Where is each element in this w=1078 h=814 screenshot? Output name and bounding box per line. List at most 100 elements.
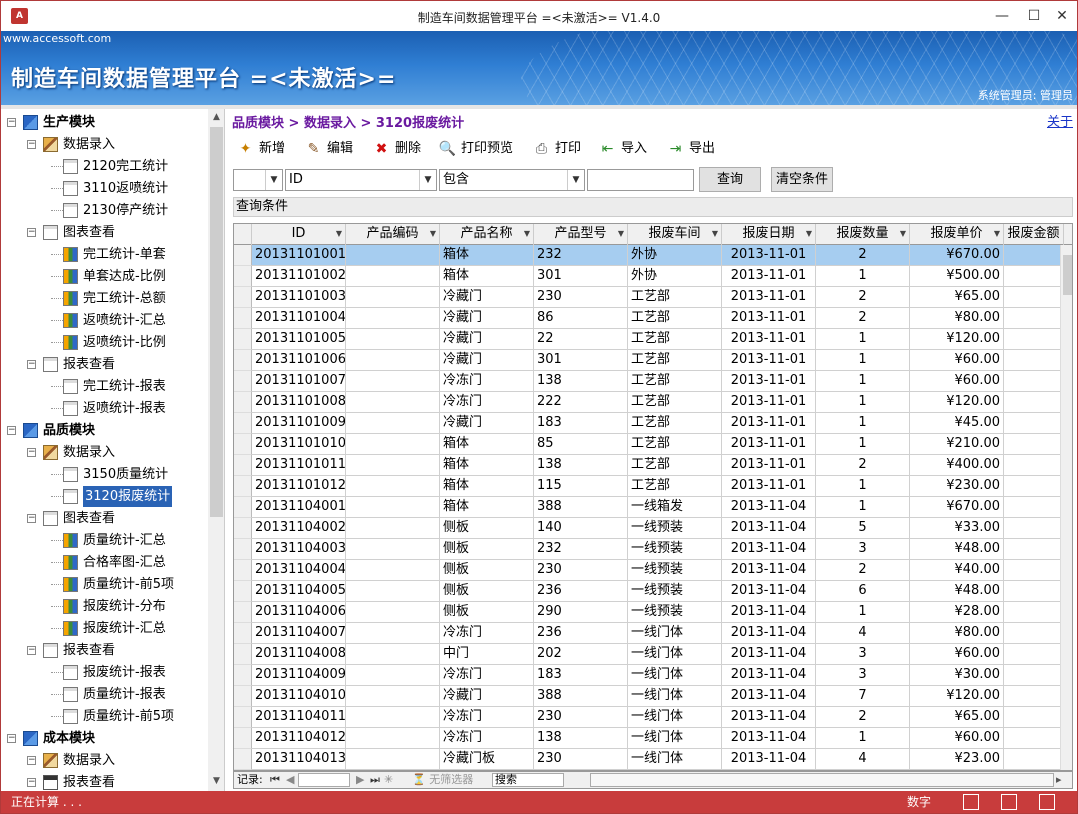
- table-cell[interactable]: 4: [816, 623, 910, 644]
- tree-item[interactable]: 单套达成-比例: [1, 266, 206, 287]
- collapse-icon[interactable]: −: [27, 448, 36, 457]
- table-cell[interactable]: 2: [816, 707, 910, 728]
- tree-item[interactable]: 2120完工统计: [1, 156, 206, 177]
- table-row[interactable]: 20131104009 冷冻门 183 一线门体 2013-11-04 3 ¥30.00: [234, 665, 1072, 686]
- tree-item[interactable]: − 图表查看: [1, 222, 206, 243]
- table-cell[interactable]: [346, 455, 440, 476]
- table-cell[interactable]: ¥48.00: [910, 581, 1004, 602]
- table-cell[interactable]: [1004, 644, 1064, 665]
- table-cell[interactable]: 冷冻门: [440, 371, 534, 392]
- table-cell[interactable]: [1004, 539, 1064, 560]
- table-cell[interactable]: 一线门体: [628, 665, 722, 686]
- table-cell[interactable]: 箱体: [440, 497, 534, 518]
- table-cell[interactable]: ¥80.00: [910, 623, 1004, 644]
- tree-item[interactable]: 返喷统计-汇总: [1, 310, 206, 331]
- table-cell[interactable]: 230: [534, 749, 628, 770]
- grid-scroll-thumb[interactable]: [1063, 255, 1072, 295]
- table-cell[interactable]: [346, 560, 440, 581]
- tree-item[interactable]: 报废统计-报表: [1, 662, 206, 683]
- title-bar[interactable]: A 制造车间数据管理平台 =<未激活>= V1.4.0 — ☐ ✕: [1, 1, 1077, 31]
- table-cell[interactable]: 20131104012: [252, 728, 346, 749]
- tree-item[interactable]: 返喷统计-报表: [1, 398, 206, 419]
- next-record-icon[interactable]: ▶: [356, 772, 364, 788]
- column-header[interactable]: 报废日期 ▼: [722, 224, 816, 245]
- table-cell[interactable]: 中门: [440, 644, 534, 665]
- table-cell[interactable]: ¥120.00: [910, 392, 1004, 413]
- table-cell[interactable]: [1004, 308, 1064, 329]
- table-cell[interactable]: 一线门体: [628, 707, 722, 728]
- table-cell[interactable]: ¥28.00: [910, 602, 1004, 623]
- table-cell[interactable]: 2013-11-04: [722, 728, 816, 749]
- table-cell[interactable]: 20131104004: [252, 560, 346, 581]
- table-cell[interactable]: 冷藏门: [440, 308, 534, 329]
- table-cell[interactable]: 冷冻门: [440, 623, 534, 644]
- table-cell[interactable]: 2: [816, 560, 910, 581]
- table-cell[interactable]: 388: [534, 497, 628, 518]
- add-button[interactable]: ✦ 新增: [235, 137, 285, 161]
- table-cell[interactable]: ¥670.00: [910, 245, 1004, 266]
- table-cell[interactable]: 22: [534, 329, 628, 350]
- table-cell[interactable]: [346, 245, 440, 266]
- table-cell[interactable]: [1004, 245, 1064, 266]
- table-cell[interactable]: 20131101008: [252, 392, 346, 413]
- prev-record-icon[interactable]: ◀: [286, 772, 294, 788]
- table-cell[interactable]: 20131101003: [252, 287, 346, 308]
- tree-item[interactable]: − 数据录入: [1, 750, 206, 771]
- table-cell[interactable]: 冷冻门: [440, 707, 534, 728]
- table-cell[interactable]: 冷冻门: [440, 665, 534, 686]
- about-link[interactable]: 关于: [1047, 111, 1073, 130]
- scroll-down-icon[interactable]: ▼: [208, 773, 224, 790]
- table-cell[interactable]: 一线门体: [628, 644, 722, 665]
- tree-item[interactable]: 完工统计-报表: [1, 376, 206, 397]
- table-cell[interactable]: ¥23.00: [910, 749, 1004, 770]
- table-row[interactable]: 20131101003 冷藏门 230 工艺部 2013-11-01 2 ¥65.00: [234, 287, 1072, 308]
- table-row[interactable]: 20131104003 侧板 232 一线预装 2013-11-04 3 ¥48.00: [234, 539, 1072, 560]
- table-cell[interactable]: 20131101009: [252, 413, 346, 434]
- table-cell[interactable]: 外协: [628, 245, 722, 266]
- table-cell[interactable]: 20131101010: [252, 434, 346, 455]
- table-cell[interactable]: 2013-11-01: [722, 476, 816, 497]
- table-cell[interactable]: 2013-11-01: [722, 329, 816, 350]
- table-cell[interactable]: 2013-11-01: [722, 371, 816, 392]
- table-cell[interactable]: [346, 623, 440, 644]
- table-cell[interactable]: 侧板: [440, 602, 534, 623]
- table-cell[interactable]: [1004, 434, 1064, 455]
- table-cell[interactable]: 工艺部: [628, 413, 722, 434]
- filter-value-input[interactable]: [587, 169, 694, 191]
- table-cell[interactable]: 230: [534, 560, 628, 581]
- table-cell[interactable]: 20131104001: [252, 497, 346, 518]
- table-cell[interactable]: [1004, 581, 1064, 602]
- tree-scrollbar[interactable]: ▲ ▼: [208, 109, 224, 791]
- table-cell[interactable]: 140: [534, 518, 628, 539]
- table-cell[interactable]: 138: [534, 371, 628, 392]
- tree-item[interactable]: 3150质量统计: [1, 464, 206, 485]
- table-cell[interactable]: 20131104011: [252, 707, 346, 728]
- tree-item[interactable]: 返喷统计-比例: [1, 332, 206, 353]
- table-row[interactable]: 20131101009 冷藏门 183 工艺部 2013-11-01 1 ¥45.00: [234, 413, 1072, 434]
- table-cell[interactable]: 工艺部: [628, 455, 722, 476]
- table-cell[interactable]: 2013-11-04: [722, 581, 816, 602]
- column-header[interactable]: ID ▼: [252, 224, 346, 245]
- column-header[interactable]: 报废车间 ▼: [628, 224, 722, 245]
- table-cell[interactable]: [1004, 266, 1064, 287]
- table-cell[interactable]: ¥210.00: [910, 434, 1004, 455]
- table-cell[interactable]: ¥670.00: [910, 497, 1004, 518]
- horizontal-scrollbar[interactable]: [590, 773, 1054, 787]
- table-cell[interactable]: 箱体: [440, 434, 534, 455]
- table-cell[interactable]: 2013-11-01: [722, 266, 816, 287]
- tree-item[interactable]: − 品质模块: [1, 420, 206, 441]
- table-cell[interactable]: 1: [816, 602, 910, 623]
- table-cell[interactable]: 冷藏门: [440, 350, 534, 371]
- table-cell[interactable]: 4: [816, 749, 910, 770]
- table-cell[interactable]: [346, 434, 440, 455]
- select-all-corner[interactable]: [234, 224, 252, 245]
- table-cell[interactable]: 2013-11-01: [722, 308, 816, 329]
- table-cell[interactable]: ¥65.00: [910, 707, 1004, 728]
- table-cell[interactable]: 20131101005: [252, 329, 346, 350]
- table-cell[interactable]: [346, 287, 440, 308]
- table-cell[interactable]: 5: [816, 518, 910, 539]
- tree-scroll-thumb[interactable]: [210, 127, 223, 517]
- table-cell[interactable]: 2013-11-01: [722, 392, 816, 413]
- table-cell[interactable]: [1004, 749, 1064, 770]
- table-cell[interactable]: 138: [534, 728, 628, 749]
